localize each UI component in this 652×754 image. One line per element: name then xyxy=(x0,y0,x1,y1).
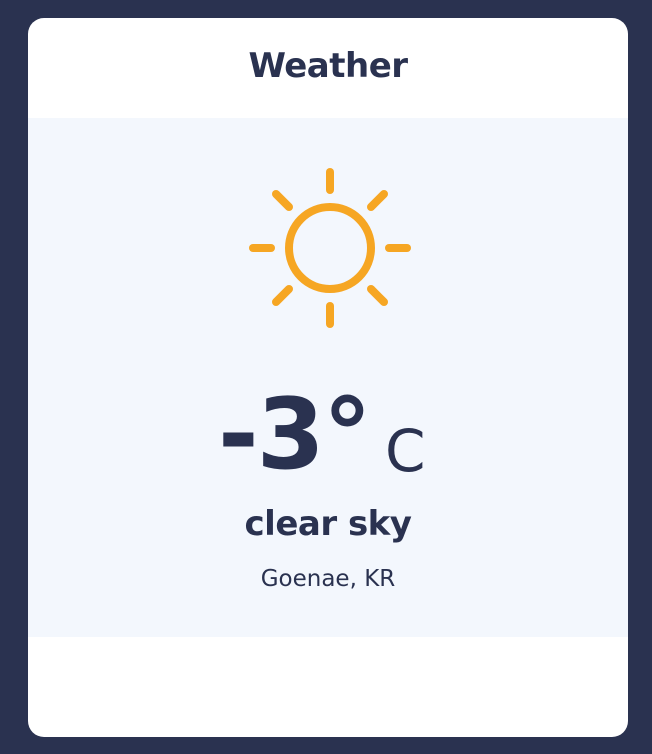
temperature-value: -3° xyxy=(218,378,372,492)
temperature-unit: C xyxy=(385,417,426,485)
temperature-row: -3° C xyxy=(28,380,628,490)
sun-icon xyxy=(249,168,411,328)
location-label: Goenae, KR xyxy=(260,566,396,592)
weather-card: Weather -3° C clear sky Goenae, KR xyxy=(28,18,628,737)
card-header: Weather xyxy=(28,18,628,118)
weather-condition: clear sky xyxy=(244,504,412,544)
card-title: Weather xyxy=(248,46,408,86)
weather-panel: -3° C clear sky Goenae, KR xyxy=(28,118,628,637)
